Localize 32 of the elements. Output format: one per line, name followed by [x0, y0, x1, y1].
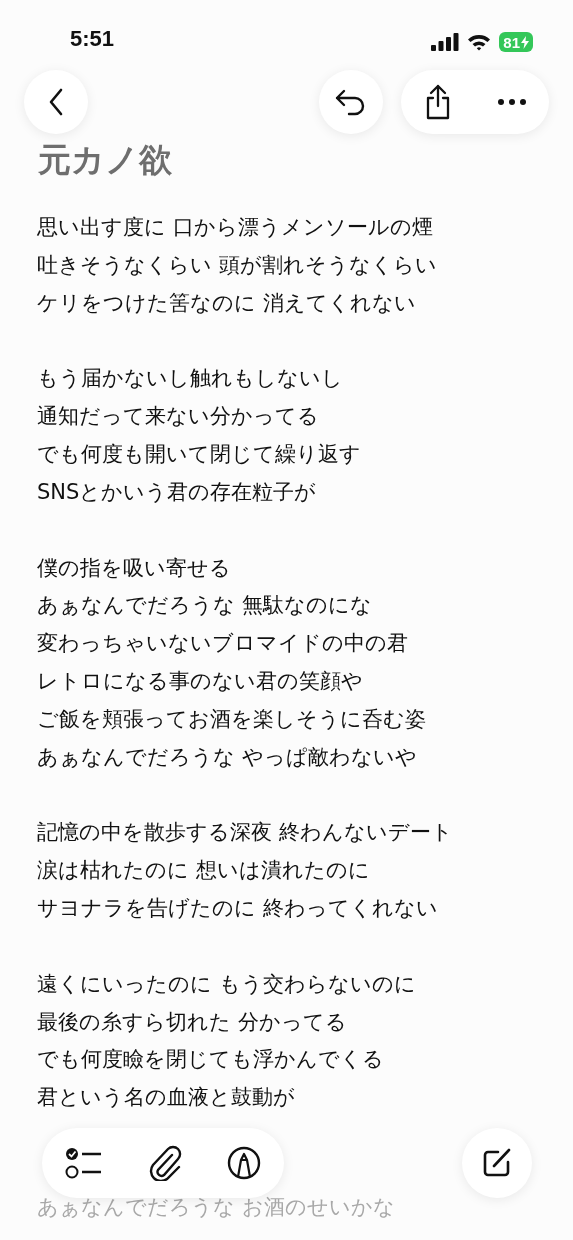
lyric-line: SNSとかいう君の存在粒子が [37, 478, 317, 506]
lyric-line: 遠くにいったのに もう交わらないのに [37, 970, 416, 998]
lyric-line: ご飯を頬張ってお酒を楽しそうに呑む姿 [37, 705, 426, 733]
checklist-icon [64, 1146, 103, 1180]
lyric-line: ケリをつけた筈なのに 消えてくれない [37, 289, 416, 317]
lyric-line: 僕の指を吸い寄せる [37, 554, 231, 582]
lyric-line: 君という名の血液と鼓動が [37, 1084, 295, 1112]
battery-icon: 81 [499, 32, 533, 52]
lyric-line: でも何度も開いて閉じて繰り返す [37, 441, 361, 468]
undo-icon [335, 88, 367, 116]
paperclip-icon [148, 1145, 182, 1181]
more-icon [497, 98, 527, 106]
lyric-line: 吐きそうなくらい 頭が割れそうなくらい [37, 251, 437, 279]
signal-icon [431, 33, 460, 51]
lyric-line: サヨナラを告げたのに 終わってくれない [37, 894, 438, 922]
lyric-line: レトロになる事のない君の笑顔や [37, 667, 363, 695]
lyric-line: でも何度瞼を閉じても浮かんでくる [37, 1046, 384, 1074]
status-time: 5:51 [70, 26, 115, 52]
lyric-line: もう届かないし触れもしないし [37, 365, 343, 393]
lyric-line: 思い出す度に 口から漂うメンソールの煙 [37, 214, 433, 241]
chevron-left-icon [48, 88, 64, 116]
wifi-icon [467, 33, 492, 51]
pen-tip-icon [227, 1146, 262, 1180]
lyric-line: あぁなんでだろうな お酒のせいかな [37, 1193, 395, 1221]
lyric-line: 涙は枯れたのに 想いは潰れたのに [37, 857, 370, 885]
lyric-line: あぁなんでだろうな 無駄なのにな [37, 592, 372, 620]
lyric-line: あぁなんでだろうな やっぱ敵わないや [37, 743, 417, 771]
lyric-line: 変わっちゃいないブロマイドの中の君 [37, 630, 408, 658]
lyric-line: 通知だって来ない分かってる [37, 403, 319, 431]
note-title: 元カノ欲 [38, 139, 173, 181]
lyric-line: 最後の糸すら切れた 分かってる [37, 1008, 347, 1036]
lyric-line: 記憶の中を散歩する深夜 終わんないデート [37, 819, 453, 847]
